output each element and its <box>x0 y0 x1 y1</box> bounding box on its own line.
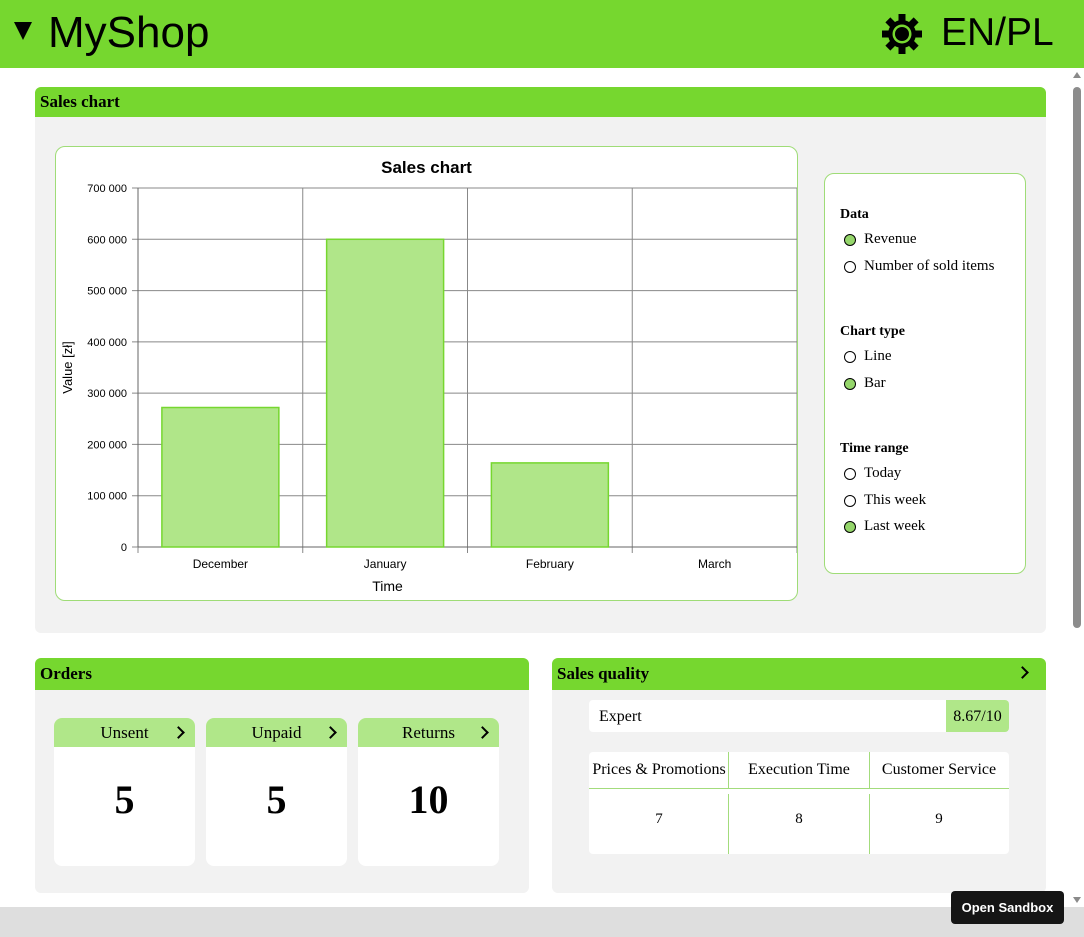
chart-options-box: Data Revenue Number of sold items Chart … <box>824 173 1026 574</box>
option-this-week-label: This week <box>864 492 927 508</box>
y-tick-label: 700 000 <box>87 183 127 195</box>
expert-label: Expert <box>599 708 642 725</box>
orders-card-unsent: Unsent 5 <box>54 718 195 866</box>
card-label-unpaid: Unpaid <box>251 723 302 742</box>
radio-revenue[interactable] <box>844 233 856 246</box>
time-range-title: Time range <box>840 441 909 456</box>
sales-bar-chart: Sales chart 0 100 000 200 000 300 000 400 000… <box>60 158 798 594</box>
settings-gear-icon[interactable] <box>880 12 924 56</box>
chevron-right-icon[interactable] <box>324 726 337 739</box>
orders-card-unpaid: Unpaid 5 <box>206 718 347 866</box>
chart-container: Sales chart 0 100 000 200 000 300 000 400 000… <box>55 146 798 601</box>
radio-line[interactable] <box>844 350 856 363</box>
y-tick-label: 100 000 <box>87 491 127 503</box>
card-label-unsent: Unsent <box>100 723 149 742</box>
chart-title: Sales chart <box>381 158 472 177</box>
bar-january <box>325 238 445 548</box>
option-today-label: Today <box>864 465 902 481</box>
chart-type-title: Chart type <box>840 324 905 339</box>
orders-panel-title: Orders <box>35 658 529 690</box>
y-tick-label: 600 000 <box>87 234 127 246</box>
y-tick-label: 500 000 <box>87 286 127 298</box>
sales-quality-panel: Sales quality Expert 8.67/10 Prices & Pr… <box>552 658 1046 893</box>
y-tick-label: 200 000 <box>87 439 127 451</box>
radio-this-week[interactable] <box>844 494 856 507</box>
column-divider <box>728 752 729 788</box>
y-tick-label: 300 000 <box>87 388 127 400</box>
quality-scores-table: Prices & Promotions Execution Time Custo… <box>589 752 1009 854</box>
scroll-down-arrow-icon[interactable] <box>1073 897 1081 903</box>
x-tick-label: February <box>526 557 574 571</box>
option-line-label: Line <box>864 348 892 364</box>
x-tick-label: December <box>193 557 248 571</box>
option-bar-label: Bar <box>864 375 886 391</box>
card-header-unpaid[interactable]: Unpaid <box>206 718 347 747</box>
option-today[interactable]: Today <box>844 465 901 482</box>
card-label-returns: Returns <box>402 723 455 742</box>
sales-quality-panel-title: Sales quality <box>557 664 650 683</box>
option-last-week-label: Last week <box>864 518 926 534</box>
radio-bar[interactable] <box>844 377 856 390</box>
column-divider <box>869 752 870 788</box>
x-tick-label: January <box>364 557 407 571</box>
card-value-unsent: 5 <box>114 777 135 822</box>
sales-chart-panel-title: Sales chart <box>35 87 1046 117</box>
score-prices-promotions: 7 <box>655 811 663 827</box>
option-last-week[interactable]: Last week <box>844 518 925 535</box>
scroll-up-arrow-icon[interactable] <box>1073 72 1081 78</box>
open-sandbox-button[interactable]: Open Sandbox <box>951 891 1064 924</box>
expert-score: 8.67/10 <box>946 700 1009 732</box>
bar-february <box>490 462 610 548</box>
card-value-unpaid: 5 <box>266 777 287 822</box>
radio-last-week[interactable] <box>844 520 856 533</box>
y-tick-label: 400 000 <box>87 337 127 349</box>
chevron-right-icon[interactable] <box>172 726 185 739</box>
score-execution-time: 8 <box>795 811 803 827</box>
bottom-bar <box>0 907 1084 937</box>
card-value-returns: 10 <box>408 777 449 822</box>
scrollbar-thumb[interactable] <box>1073 87 1081 628</box>
column-prices-promotions: Prices & Promotions <box>589 752 729 789</box>
option-line[interactable]: Line <box>844 348 892 365</box>
option-sold-items[interactable]: Number of sold items <box>844 258 994 275</box>
option-revenue[interactable]: Revenue <box>844 231 916 248</box>
orders-card-returns: Returns 10 <box>358 718 499 866</box>
app-title: MyShop <box>48 8 210 57</box>
bar-december <box>161 406 280 548</box>
x-axis-label: Time <box>372 578 403 594</box>
column-execution-time: Execution Time <box>729 752 869 789</box>
option-sold-items-label: Number of sold items <box>864 258 995 274</box>
menu-toggle-triangle-icon[interactable] <box>14 22 32 40</box>
chevron-right-icon[interactable] <box>476 726 489 739</box>
language-switch[interactable]: EN/PL <box>941 6 1054 60</box>
data-options-title: Data <box>840 207 869 222</box>
sales-quality-panel-header: Sales quality <box>552 658 1046 690</box>
vertical-scrollbar[interactable] <box>1069 68 1084 907</box>
option-bar[interactable]: Bar <box>844 375 886 392</box>
radio-sold-items[interactable] <box>844 260 856 273</box>
sales-chart-panel: Sales chart Sales chart 0 100 000 200 000 30… <box>35 87 1046 633</box>
radio-today[interactable] <box>844 467 856 480</box>
x-tick-label: March <box>698 557 731 571</box>
option-revenue-label: Revenue <box>864 231 917 247</box>
expert-score-row: Expert 8.67/10 <box>589 700 1009 732</box>
top-bar: MyShop EN/PL <box>0 0 1084 68</box>
chevron-right-icon[interactable] <box>1016 666 1029 679</box>
orders-panel: Orders Unsent 5 Unpaid 5 Returns 10 <box>35 658 529 893</box>
score-customer-service: 9 <box>935 811 943 827</box>
column-customer-service: Customer Service <box>869 752 1009 789</box>
y-tick-label: 0 <box>121 542 127 554</box>
option-this-week[interactable]: This week <box>844 492 926 509</box>
card-header-unsent[interactable]: Unsent <box>54 718 195 747</box>
card-header-returns[interactable]: Returns <box>358 718 499 747</box>
y-axis-label: Value [zł] <box>60 341 75 394</box>
